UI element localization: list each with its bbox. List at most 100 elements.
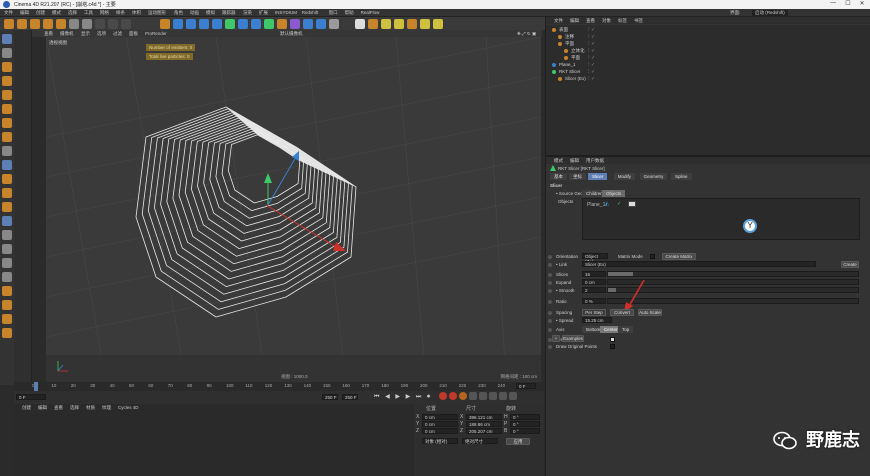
object-row[interactable]: 注释 bbox=[558, 34, 574, 40]
menu-item-12[interactable]: 模拟 bbox=[206, 10, 215, 16]
close-button[interactable]: ✕ bbox=[855, 0, 869, 9]
menu-item-20[interactable]: RealFlow bbox=[361, 10, 380, 15]
attr-menu-0[interactable]: 模式 bbox=[554, 158, 563, 164]
coord-pos-Y[interactable]: 0 cm bbox=[422, 421, 458, 427]
left-tool-16[interactable] bbox=[2, 258, 12, 268]
attr-menu-1[interactable]: 编辑 bbox=[570, 158, 579, 164]
left-tool-19[interactable] bbox=[2, 300, 12, 310]
menu-item-14[interactable]: 渲染 bbox=[243, 10, 252, 16]
ratio-field[interactable]: 0 % bbox=[582, 298, 606, 304]
menu-item-15[interactable]: 扩展 bbox=[259, 10, 268, 16]
menu-item-5[interactable]: 工具 bbox=[84, 10, 93, 16]
toolbar-icon-13[interactable] bbox=[173, 19, 183, 29]
object-name[interactable]: 表面 bbox=[559, 27, 568, 32]
material-menu-5[interactable]: 纹理 bbox=[102, 405, 111, 411]
toolbar-icon-4[interactable] bbox=[56, 19, 66, 29]
coord-rot-P[interactable]: 0 ° bbox=[510, 421, 540, 427]
tab-geometry[interactable]: Geometry bbox=[639, 173, 668, 180]
om-menu-0[interactable]: 文件 bbox=[554, 18, 563, 24]
toolbar-icon-31[interactable] bbox=[407, 19, 417, 29]
menu-item-19[interactable]: 帮助 bbox=[345, 10, 354, 16]
left-tool-10[interactable] bbox=[2, 174, 12, 184]
left-tool-20[interactable] bbox=[2, 314, 12, 324]
attr-menu-2[interactable]: 用户数据 bbox=[586, 158, 604, 164]
playback-controls[interactable]: ⏮ ◀ ▶ ▶ ⏭ ⏺ bbox=[374, 393, 432, 401]
create-button[interactable]: Create bbox=[841, 261, 859, 268]
menu-item-4[interactable]: 选择 bbox=[68, 10, 77, 16]
left-tool-0[interactable] bbox=[2, 34, 12, 44]
smooth-field[interactable]: 2 bbox=[582, 287, 606, 293]
timeline-ruler[interactable]: 0102030405060708090100110120130140150160… bbox=[14, 382, 544, 391]
left-tool-1[interactable] bbox=[2, 48, 12, 58]
left-tool-21[interactable] bbox=[2, 328, 12, 338]
perspective-viewport[interactable]: 透视视图 Number of emitters: 0 Total live pa… bbox=[46, 37, 541, 382]
plus-button[interactable]: + bbox=[552, 335, 560, 342]
object-name[interactable]: Plane_1 bbox=[559, 62, 576, 67]
left-tool-11[interactable] bbox=[2, 188, 12, 198]
maximize-button[interactable]: ☐ bbox=[841, 0, 855, 9]
toolbar-icon-8[interactable] bbox=[108, 19, 118, 29]
coord-rot-H[interactable]: 0 ° bbox=[510, 414, 540, 420]
objects-item-name[interactable]: Plane_1 bbox=[587, 202, 605, 208]
object-row[interactable]: Slicer (Ex) bbox=[558, 76, 586, 81]
object-row[interactable]: 立体化 bbox=[564, 48, 585, 54]
end-frame-field-2[interactable]: 250 F bbox=[342, 394, 358, 400]
left-tool-2[interactable] bbox=[2, 62, 12, 72]
tab-坐标[interactable]: 坐标 bbox=[569, 173, 586, 180]
toolbar-icon-15[interactable] bbox=[199, 19, 209, 29]
axis-top-button[interactable]: Top bbox=[618, 326, 634, 333]
left-tool-17[interactable] bbox=[2, 272, 12, 282]
left-tool-15[interactable] bbox=[2, 244, 12, 254]
toolbar-icon-5[interactable] bbox=[69, 19, 79, 29]
link-field[interactable]: Slicer (Ex) bbox=[582, 261, 816, 267]
objects-list-box[interactable]: Plane_1 ◭ ✓ Y bbox=[582, 198, 860, 240]
left-tool-4[interactable] bbox=[2, 90, 12, 100]
tab-modify[interactable]: Modify bbox=[613, 173, 636, 180]
coord-pos-Z[interactable]: 0 cm bbox=[422, 428, 458, 434]
tab-基本[interactable]: 基本 bbox=[550, 173, 567, 180]
menu-item-18[interactable]: 窗口 bbox=[329, 10, 338, 16]
toolbar-icon-19[interactable] bbox=[251, 19, 261, 29]
minimize-button[interactable]: — bbox=[826, 0, 840, 9]
menu-item-13[interactable]: 跟踪器 bbox=[222, 10, 236, 16]
object-name[interactable]: RKT Slicer bbox=[559, 69, 580, 74]
timeline[interactable]: 0102030405060708090100110120130140150160… bbox=[14, 382, 544, 404]
left-tool-5[interactable] bbox=[2, 104, 12, 114]
left-tool-3[interactable] bbox=[2, 76, 12, 86]
toolbar-icon-20[interactable] bbox=[264, 19, 274, 29]
coord-size-Y[interactable]: 188.86 cm bbox=[466, 421, 502, 427]
toolbar-icon-14[interactable] bbox=[186, 19, 196, 29]
om-menu-1[interactable]: 编辑 bbox=[570, 18, 579, 24]
material-menu-1[interactable]: 编辑 bbox=[38, 405, 47, 411]
toolbar-icon-28[interactable] bbox=[368, 19, 378, 29]
material-menu-6[interactable]: Cycles 4D bbox=[118, 405, 139, 410]
om-menu-3[interactable]: 对象 bbox=[602, 18, 611, 24]
coord-mode-select[interactable]: 对象 (相对) bbox=[422, 438, 458, 444]
examples-button[interactable]: Examples bbox=[562, 335, 584, 342]
toolbar-icon-26[interactable] bbox=[342, 19, 352, 29]
spacing-convert-button[interactable]: Convert bbox=[610, 309, 634, 316]
left-tool-8[interactable] bbox=[2, 146, 12, 156]
toolbar-icon-9[interactable] bbox=[121, 19, 131, 29]
draw-original-checkbox[interactable] bbox=[610, 344, 615, 349]
left-tool-14[interactable] bbox=[2, 230, 12, 240]
menu-item-3[interactable]: 模式 bbox=[52, 10, 61, 16]
toolbar-icon-3[interactable] bbox=[43, 19, 53, 29]
menu-item-7[interactable]: 样条 bbox=[116, 10, 125, 16]
toolbar-icon-16[interactable] bbox=[212, 19, 222, 29]
toolbar-icon-17[interactable] bbox=[225, 19, 235, 29]
toolbar-icon-18[interactable] bbox=[238, 19, 248, 29]
end-frame-field[interactable]: 250 F bbox=[322, 394, 338, 400]
object-row[interactable]: 平面 bbox=[558, 41, 574, 47]
tab-slicer[interactable]: Slicer bbox=[588, 173, 608, 180]
toolbar-icon-33[interactable] bbox=[433, 19, 443, 29]
toolbar-icon-29[interactable] bbox=[381, 19, 391, 29]
spread-field[interactable]: 15.25 cm bbox=[582, 317, 612, 323]
left-tool-7[interactable] bbox=[2, 132, 12, 142]
spacing-per-step-button[interactable]: Per Step bbox=[582, 309, 606, 316]
object-row[interactable]: RKT Slicer bbox=[552, 69, 580, 74]
layout-select[interactable]: 启动 (Redshift) bbox=[752, 10, 788, 16]
preview-cuts-checkbox[interactable] bbox=[610, 337, 615, 342]
material-menu-2[interactable]: 查看 bbox=[54, 405, 63, 411]
toolbar-icon-32[interactable] bbox=[420, 19, 430, 29]
